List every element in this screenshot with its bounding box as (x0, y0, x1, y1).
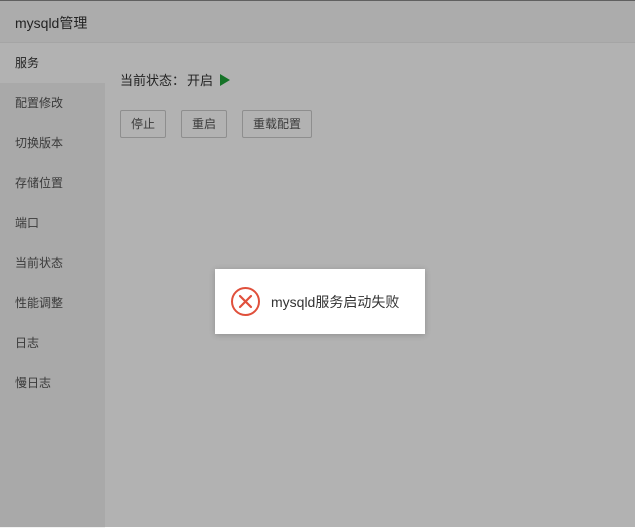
modal-overlay (0, 0, 635, 527)
error-toast: mysqld服务启动失败 (215, 269, 425, 334)
error-message: mysqld服务启动失败 (271, 293, 400, 310)
error-circle-icon (230, 286, 261, 317)
